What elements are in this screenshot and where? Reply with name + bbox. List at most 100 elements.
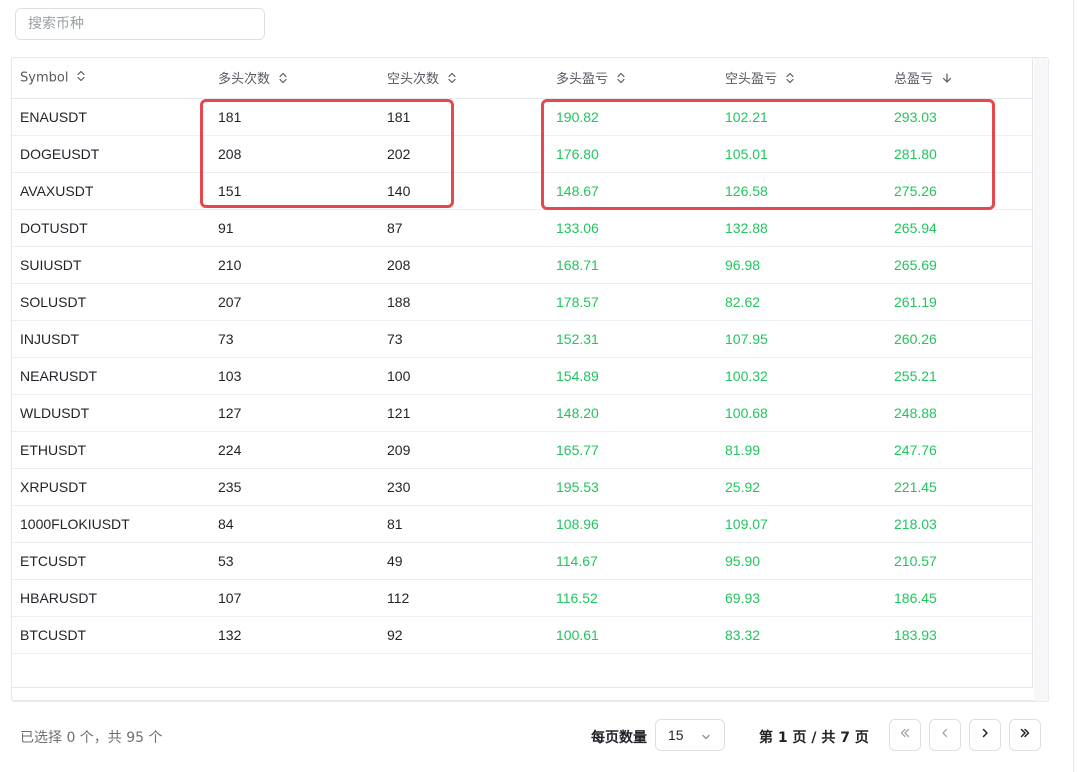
table-row[interactable]: XRPUSDT 235 230 195.53 25.92 221.45 xyxy=(12,468,1033,506)
table-cell-long-pnl: 133.06 xyxy=(548,209,717,247)
table-cell-short-pnl: 105.01 xyxy=(717,135,886,173)
table-row[interactable]: ETHUSDT 224 209 165.77 81.99 247.76 xyxy=(12,431,1033,469)
table-cell-short-pnl: 126.58 xyxy=(717,172,886,210)
table-cell-long-pnl: 100.61 xyxy=(548,616,717,654)
table-cell-total-pnl: 218.03 xyxy=(886,505,1033,543)
double-chevron-right-icon xyxy=(1018,726,1032,745)
page-size-select[interactable]: 15 xyxy=(655,719,725,751)
column-header-label: 空头次数 xyxy=(387,72,440,87)
table-cell-long-count: 210 xyxy=(210,246,379,284)
table-row[interactable]: BTCUSDT 132 92 100.61 83.32 183.93 xyxy=(12,616,1033,654)
chevron-up-down-icon xyxy=(616,72,626,88)
table-cell-long-count: 127 xyxy=(210,394,379,432)
table-cell-short-pnl: 132.88 xyxy=(717,209,886,247)
table-row[interactable]: ETCUSDT 53 49 114.67 95.90 210.57 xyxy=(12,542,1033,580)
table-row[interactable]: HBARUSDT 107 112 116.52 69.93 186.45 xyxy=(12,579,1033,617)
page-divider xyxy=(1073,0,1074,772)
table-header-row: Symbol 多头次数 空头次数 多头盈亏 空头盈亏 总盈亏 xyxy=(12,58,1033,99)
table-cell-long-count: 181 xyxy=(210,98,379,136)
table-cell-symbol: WLDUSDT xyxy=(12,394,210,432)
table-cell-short-pnl: 100.32 xyxy=(717,357,886,395)
column-header-label: 多头盈亏 xyxy=(556,72,609,87)
table-cell-short-pnl: 69.93 xyxy=(717,579,886,617)
selection-info: 已选择 0 个，共 95 个 xyxy=(20,730,163,746)
table-cell-long-pnl: 148.20 xyxy=(548,394,717,432)
table-cell-total-pnl: 265.94 xyxy=(886,209,1033,247)
table-cell-long-pnl: 195.53 xyxy=(548,468,717,506)
column-header-long-count[interactable]: 多头次数 xyxy=(210,58,379,99)
data-table: Symbol 多头次数 空头次数 多头盈亏 空头盈亏 总盈亏 ENAUSDT 181 181 1… xyxy=(12,58,1033,654)
table-cell-symbol: SOLUSDT xyxy=(12,283,210,321)
column-header-symbol[interactable]: Symbol xyxy=(12,58,210,99)
table-row[interactable]: DOGEUSDT 208 202 176.80 105.01 281.80 xyxy=(12,135,1033,173)
arrow-down-icon xyxy=(941,72,953,88)
table-cell-long-count: 208 xyxy=(210,135,379,173)
table-cell-long-count: 151 xyxy=(210,172,379,210)
table-cell-long-count: 73 xyxy=(210,320,379,358)
table-cell-symbol: XRPUSDT xyxy=(12,468,210,506)
scrollbar-track[interactable] xyxy=(1034,58,1048,701)
prev-page-button[interactable] xyxy=(929,719,961,751)
search-input[interactable] xyxy=(16,9,264,39)
table-cell-total-pnl: 260.26 xyxy=(886,320,1033,358)
table-cell-long-pnl: 190.82 xyxy=(548,98,717,136)
table-cell-long-count: 53 xyxy=(210,542,379,580)
table-row[interactable]: WLDUSDT 127 121 148.20 100.68 248.88 xyxy=(12,394,1033,432)
chevron-up-down-icon xyxy=(447,72,457,88)
table-cell-short-count: 73 xyxy=(379,320,548,358)
table-cell-symbol: INJUSDT xyxy=(12,320,210,358)
table-row[interactable]: INJUSDT 73 73 152.31 107.95 260.26 xyxy=(12,320,1033,358)
table-cell-total-pnl: 221.45 xyxy=(886,468,1033,506)
table-cell-total-pnl: 293.03 xyxy=(886,98,1033,136)
table-cell-short-pnl: 95.90 xyxy=(717,542,886,580)
table-cell-symbol: AVAXUSDT xyxy=(12,172,210,210)
column-header-label: 空头盈亏 xyxy=(725,72,778,87)
table-cell-long-pnl: 154.89 xyxy=(548,357,717,395)
first-page-button[interactable] xyxy=(889,719,921,751)
table-cell-long-count: 235 xyxy=(210,468,379,506)
table-cell-short-count: 208 xyxy=(379,246,548,284)
data-table-card: Symbol 多头次数 空头次数 多头盈亏 空头盈亏 总盈亏 ENAUSDT 181 181 1… xyxy=(11,57,1048,701)
search-box[interactable] xyxy=(15,8,265,40)
chevron-up-down-icon xyxy=(278,72,288,88)
column-header-short-pnl[interactable]: 空头盈亏 xyxy=(717,58,886,99)
table-cell-long-pnl: 114.67 xyxy=(548,542,717,580)
column-header-short-count[interactable]: 空头次数 xyxy=(379,58,548,99)
table-cell-symbol: BTCUSDT xyxy=(12,616,210,654)
table-cell-short-pnl: 83.32 xyxy=(717,616,886,654)
table-row[interactable]: DOTUSDT 91 87 133.06 132.88 265.94 xyxy=(12,209,1033,247)
table-cell-short-count: 112 xyxy=(379,579,548,617)
table-row[interactable]: 1000FLOKIUSDT 84 81 108.96 109.07 218.03 xyxy=(12,505,1033,543)
table-row[interactable]: AVAXUSDT 151 140 148.67 126.58 275.26 xyxy=(12,172,1033,210)
table-cell-short-count: 209 xyxy=(379,431,548,469)
table-cell-symbol: NEARUSDT xyxy=(12,357,210,395)
table-cell-short-count: 188 xyxy=(379,283,548,321)
chevron-right-icon xyxy=(978,726,992,745)
table-cell-total-pnl: 255.21 xyxy=(886,357,1033,395)
table-cell-short-count: 140 xyxy=(379,172,548,210)
table-cell-total-pnl: 247.76 xyxy=(886,431,1033,469)
table-row[interactable]: NEARUSDT 103 100 154.89 100.32 255.21 xyxy=(12,357,1033,395)
chevron-down-icon xyxy=(700,730,712,746)
last-page-button[interactable] xyxy=(1009,719,1041,751)
table-cell-short-count: 181 xyxy=(379,98,548,136)
table-cell-long-count: 224 xyxy=(210,431,379,469)
table-cell-total-pnl: 248.88 xyxy=(886,394,1033,432)
table-cell-long-count: 207 xyxy=(210,283,379,321)
table-row[interactable]: ENAUSDT 181 181 190.82 102.21 293.03 xyxy=(12,98,1033,136)
table-row[interactable]: SOLUSDT 207 188 178.57 82.62 261.19 xyxy=(12,283,1033,321)
table-body: ENAUSDT 181 181 190.82 102.21 293.03 DOGEUSDT 2… xyxy=(12,98,1033,654)
table-cell-long-count: 107 xyxy=(210,579,379,617)
next-page-button[interactable] xyxy=(969,719,1001,751)
table-cell-short-count: 100 xyxy=(379,357,548,395)
table-cell-short-count: 87 xyxy=(379,209,548,247)
table-cell-long-count: 103 xyxy=(210,357,379,395)
page-size-label: 每页数量 xyxy=(591,730,647,746)
table-cell-long-pnl: 178.57 xyxy=(548,283,717,321)
table-cell-symbol: SUIUSDT xyxy=(12,246,210,284)
table-cell-short-count: 230 xyxy=(379,468,548,506)
table-row[interactable]: SUIUSDT 210 208 168.71 96.98 265.69 xyxy=(12,246,1033,284)
column-header-long-pnl[interactable]: 多头盈亏 xyxy=(548,58,717,99)
column-header-total-pnl[interactable]: 总盈亏 xyxy=(886,58,1033,99)
table-cell-long-pnl: 165.77 xyxy=(548,431,717,469)
